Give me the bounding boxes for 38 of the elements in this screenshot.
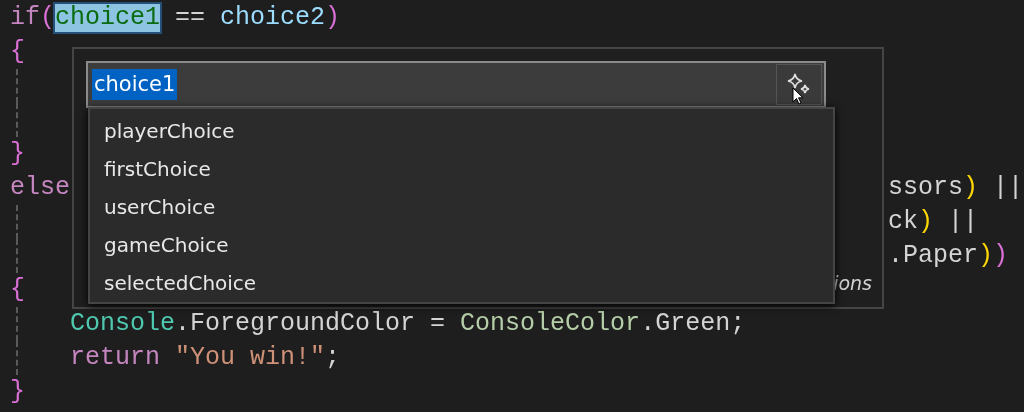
operator: || (993, 172, 1024, 204)
keyword: else (10, 172, 70, 204)
bracket: { (10, 274, 25, 306)
bracket: } (10, 138, 25, 170)
operator: = (430, 308, 446, 340)
type-name: Console (70, 308, 176, 340)
code-text: ssors (888, 172, 963, 204)
variable-name: choice2 (220, 2, 326, 34)
bracket: { (10, 36, 25, 68)
keyword: if (10, 2, 40, 34)
keyword: return (70, 342, 160, 374)
suggestion-item[interactable]: playerChoice (90, 112, 833, 150)
bracket: ) (978, 240, 994, 272)
bracket: ) (325, 2, 341, 34)
type-name: ConsoleColor (460, 308, 641, 340)
code-text: .Paper (888, 240, 978, 272)
bracket: ) (993, 240, 1009, 272)
operator: || (948, 206, 979, 238)
footer-text: ions (833, 270, 872, 296)
suggestion-item[interactable]: gameChoice (90, 226, 833, 264)
code-text: .ForegroundColor (175, 308, 416, 340)
bracket: } (10, 376, 25, 408)
renamed-symbol: choice1 (55, 4, 161, 32)
bracket: ) (963, 172, 979, 204)
rename-input[interactable]: choice1 (86, 61, 826, 108)
string-literal: "You win!" (175, 342, 326, 374)
suggestion-item[interactable]: userChoice (90, 188, 833, 226)
mouse-pointer-icon (792, 87, 804, 105)
sparkle-button[interactable] (776, 64, 822, 105)
input-value: choice1 (92, 68, 178, 101)
suggestion-item[interactable]: firstChoice (90, 150, 833, 188)
suggestion-item[interactable]: selectedChoice (90, 264, 833, 302)
code-text: .Green; (640, 308, 746, 340)
code-text: ; (325, 342, 341, 374)
code-text: ck (888, 206, 918, 238)
bracket: ( (40, 2, 56, 34)
operator: == (175, 2, 206, 34)
bracket: ) (918, 206, 934, 238)
